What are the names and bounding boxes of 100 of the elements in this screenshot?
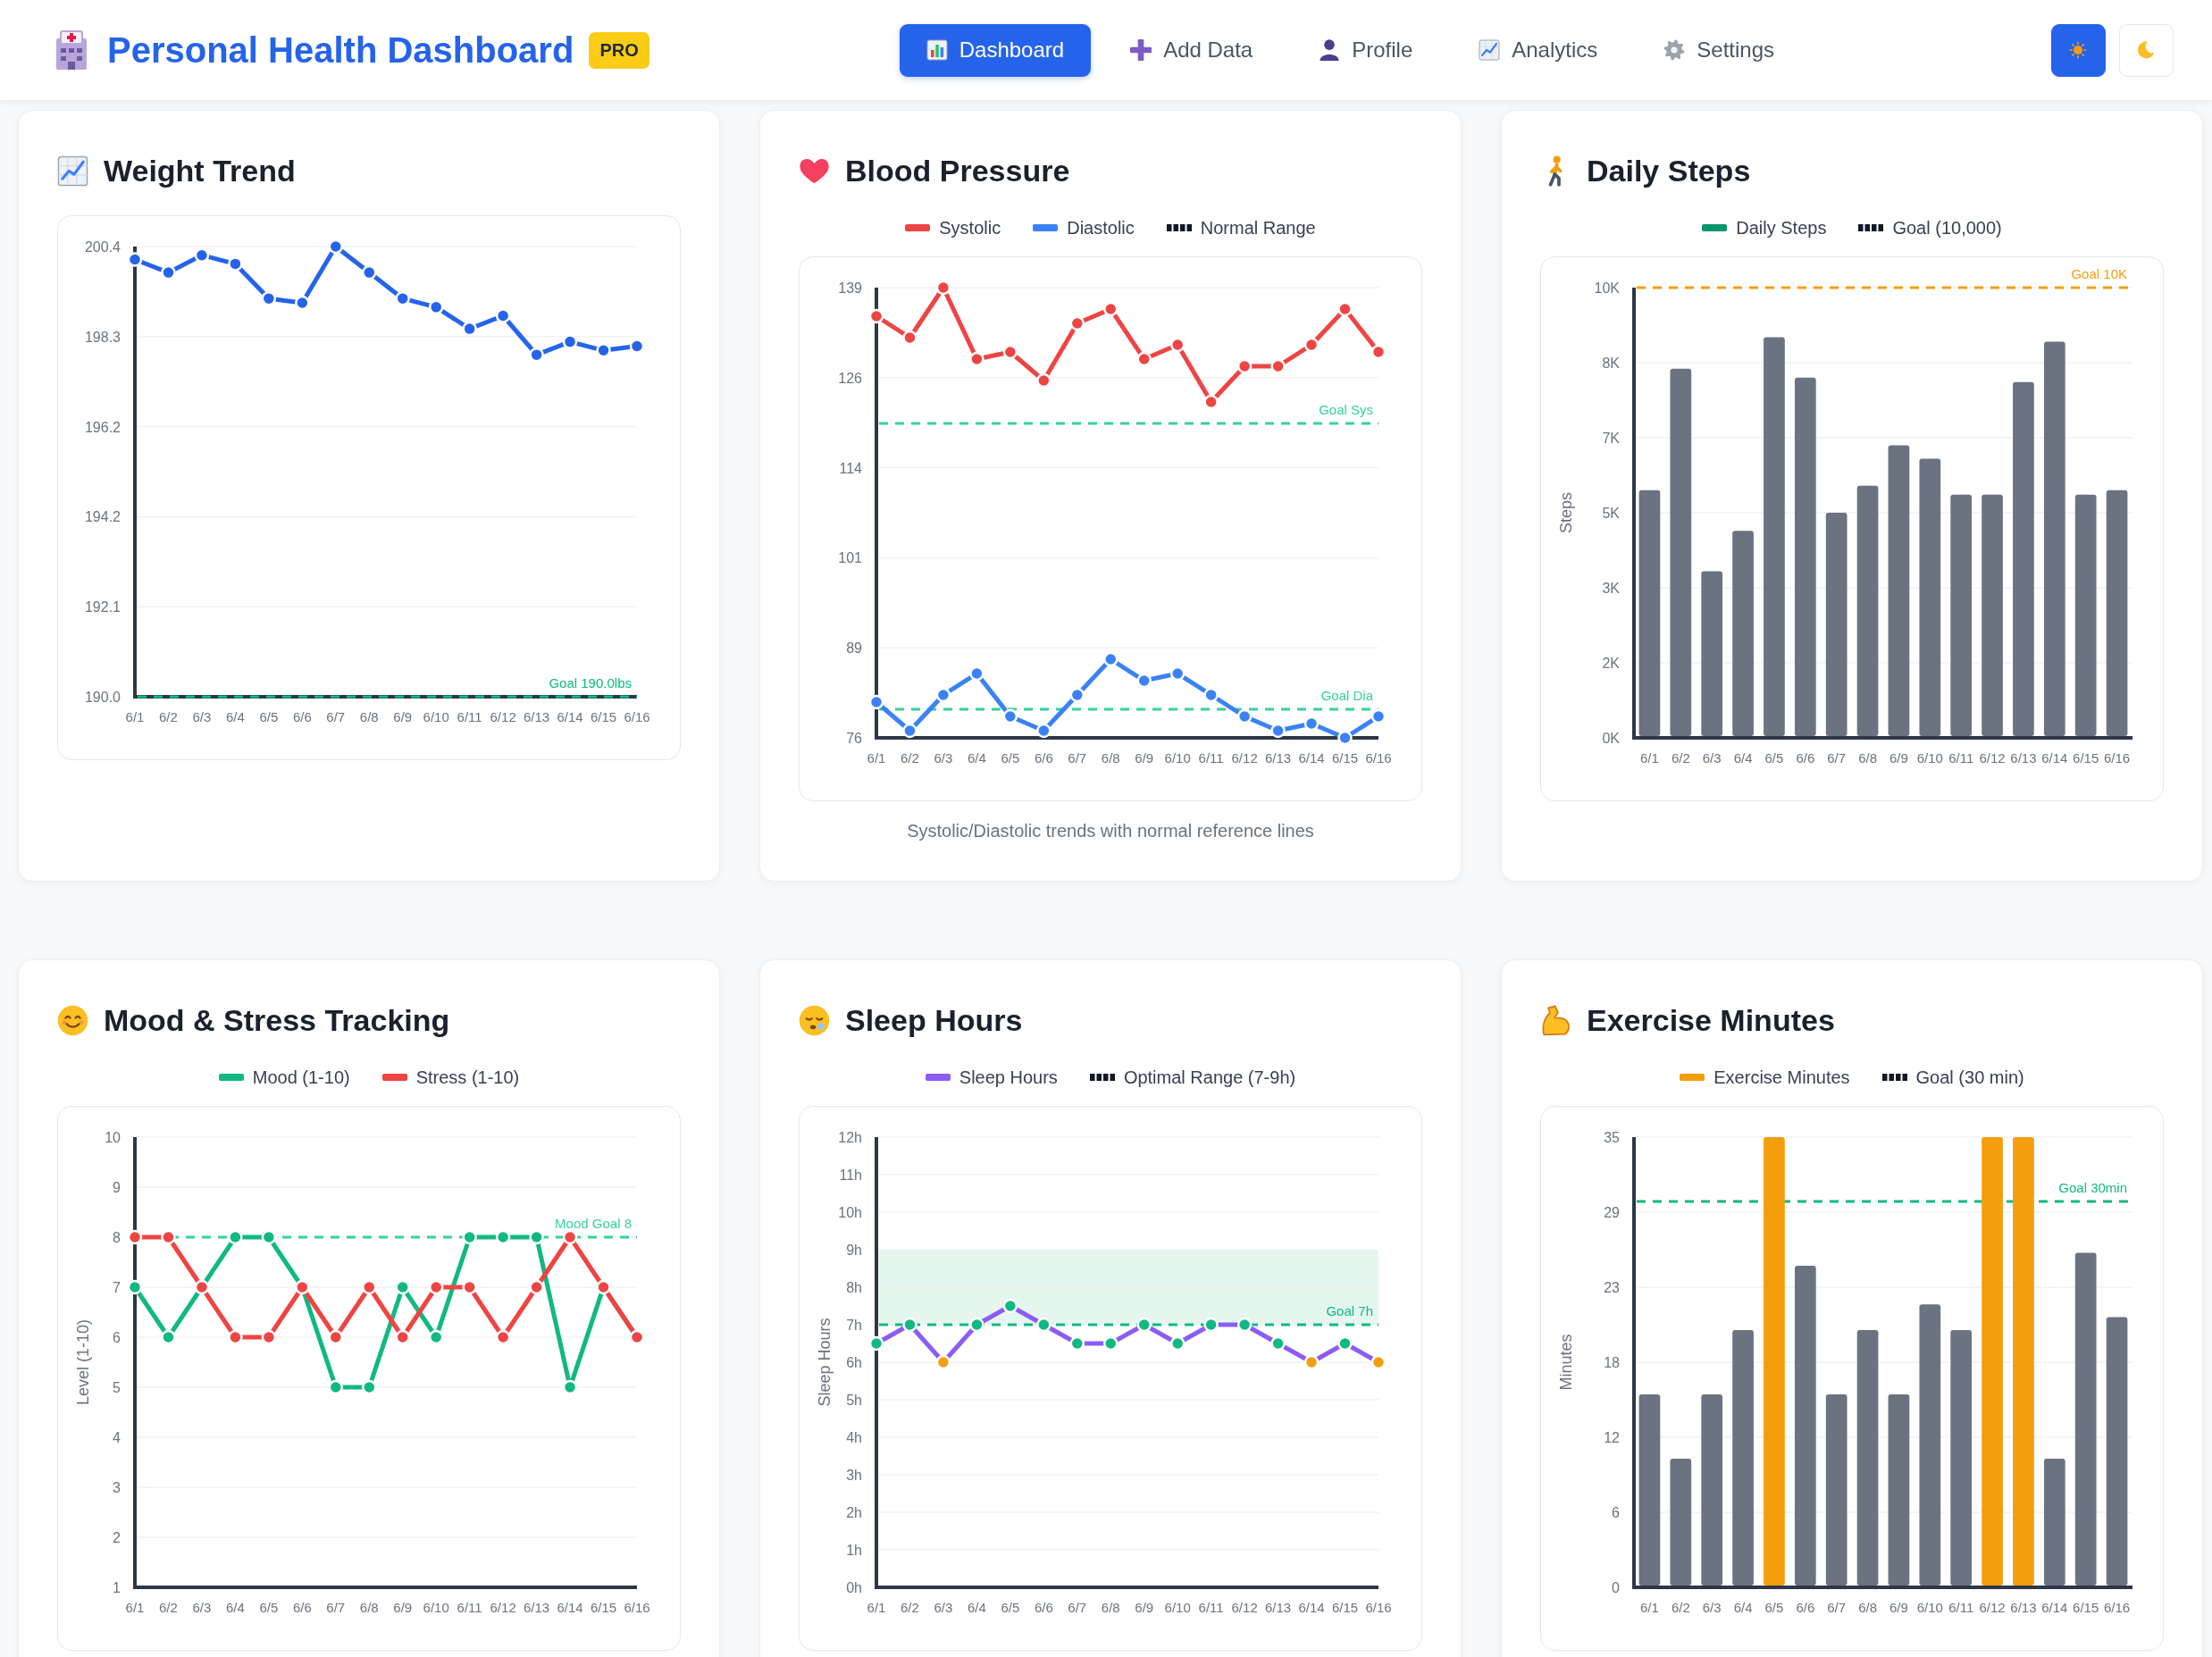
- y-tick-label: 2K: [1602, 656, 1620, 671]
- x-tick-label: 6/14: [1298, 750, 1325, 766]
- y-tick-label: 126: [838, 370, 862, 386]
- x-tick-label: 6/5: [259, 709, 279, 724]
- theme-button[interactable]: [2051, 23, 2106, 77]
- x-tick-label: 6/2: [159, 1600, 178, 1615]
- card-title: Blood Pressure: [845, 153, 1070, 188]
- y-tick-label: 23: [1604, 1280, 1620, 1295]
- y-tick-label: 76: [846, 731, 862, 746]
- y-tick-label: 89: [846, 640, 862, 657]
- x-tick-label: 6/12: [1231, 750, 1258, 766]
- card-title: Mood & Stress Tracking: [104, 1002, 450, 1038]
- x-tick-label: 6/5: [1764, 750, 1784, 766]
- x-tick-label: 6/7: [1827, 1600, 1847, 1615]
- nav-tab[interactable]: Analytics: [1452, 23, 1625, 77]
- x-tick-label: 6/13: [2010, 750, 2037, 766]
- y-tick-label: 190.0: [84, 690, 121, 705]
- x-tick-label: 6/7: [1068, 750, 1087, 766]
- plus-icon: [1130, 39, 1152, 61]
- x-tick-label: 6/13: [524, 1600, 550, 1615]
- x-tick-label: 6/4: [967, 750, 986, 766]
- y-tick-label: 35: [1604, 1130, 1620, 1145]
- y-tick-label: 7: [113, 1280, 121, 1295]
- x-tick-label: 6/16: [1365, 1600, 1392, 1615]
- y-tick-label: 196.2: [84, 419, 121, 435]
- y-tick-label: 6: [113, 1330, 121, 1345]
- x-tick-label: 6/3: [934, 1600, 953, 1615]
- legend-label: Systolic: [939, 217, 1001, 239]
- y-tick-label: 8K: [1602, 356, 1620, 371]
- legend-label: Stress (1-10): [415, 1067, 520, 1088]
- x-tick-label: 6/9: [393, 709, 413, 724]
- goal-label: Goal Sys: [1319, 402, 1373, 417]
- goal-label: Goal 7h: [1326, 1303, 1373, 1318]
- legend-label: Daily Steps: [1736, 217, 1827, 239]
- x-tick-label: 6/12: [490, 709, 516, 724]
- y-tick-label: 9h: [846, 1243, 862, 1258]
- goal-label: Goal 190.0lbs: [549, 675, 632, 690]
- y-tick-label: 6: [1612, 1505, 1620, 1520]
- y-tick-label: 192.1: [84, 599, 121, 615]
- x-tick-label: 6/11: [1198, 1600, 1224, 1615]
- x-tick-label: 6/8: [1858, 1600, 1877, 1615]
- y-tick-label: 5h: [846, 1393, 862, 1408]
- x-tick-label: 6/13: [1265, 750, 1292, 766]
- x-tick-label: 6/14: [557, 1600, 583, 1615]
- pro-badge: PRO: [589, 31, 649, 69]
- legend-label: Diastolic: [1067, 217, 1135, 239]
- x-tick-label: 6/15: [2073, 750, 2099, 766]
- goal-label: Goal 30min: [2058, 1180, 2127, 1195]
- x-tick-label: 6/10: [423, 1600, 449, 1615]
- x-tick-label: 6/5: [1001, 750, 1020, 766]
- x-tick-label: 6/6: [292, 709, 312, 724]
- app-title: Personal Health Dashboard: [107, 29, 574, 71]
- y-tick-label: 6h: [846, 1355, 862, 1370]
- x-tick-label: 6/3: [1702, 750, 1722, 766]
- card-title: Exercise Minutes: [1587, 1002, 1835, 1038]
- y-tick-label: 11h: [839, 1167, 862, 1183]
- x-tick-label: 6/2: [901, 750, 919, 766]
- y-axis-title: Steps: [1556, 492, 1575, 533]
- card-title: Weight Trend: [104, 153, 296, 188]
- x-tick-label: 6/8: [359, 1600, 379, 1615]
- y-tick-label: 2h: [846, 1505, 862, 1520]
- x-tick-label: 6/6: [292, 1600, 312, 1615]
- sleeping-face-icon: [799, 1004, 830, 1036]
- x-tick-label: 6/7: [326, 1600, 346, 1615]
- x-tick-label: 6/13: [2010, 1600, 2037, 1615]
- y-tick-label: 198.3: [84, 329, 121, 345]
- x-tick-label: 6/11: [1198, 750, 1224, 766]
- y-tick-label: 8: [113, 1230, 121, 1245]
- x-tick-label: 6/15: [2073, 1600, 2099, 1615]
- x-tick-label: 6/3: [1702, 1600, 1722, 1615]
- x-tick-label: 6/1: [867, 750, 886, 766]
- x-tick-label: 6/16: [2103, 1600, 2131, 1615]
- y-tick-label: 200.4: [84, 239, 121, 255]
- x-tick-label: 6/8: [1101, 750, 1120, 766]
- x-tick-label: 6/2: [1671, 1600, 1690, 1615]
- x-tick-label: 6/16: [624, 1600, 650, 1615]
- legend-label: Goal (10,000): [1892, 217, 2002, 239]
- x-tick-label: 6/12: [1231, 1600, 1258, 1615]
- nav-tab[interactable]: Settings: [1637, 23, 1801, 77]
- nav-tab[interactable]: Add Data: [1103, 23, 1280, 77]
- x-tick-label: 6/2: [1671, 750, 1690, 766]
- y-tick-label: 29: [1604, 1205, 1620, 1220]
- y-tick-label: 18: [1604, 1355, 1620, 1370]
- nav-tab[interactable]: Profile: [1292, 23, 1440, 77]
- x-tick-label: 6/3: [192, 1600, 212, 1615]
- moon-icon: [2137, 41, 2156, 59]
- x-tick-label: 6/11: [1948, 1600, 1974, 1615]
- x-tick-label: 6/6: [1034, 750, 1053, 766]
- x-tick-label: 6/7: [1827, 750, 1847, 766]
- x-tick-label: 6/4: [225, 1600, 245, 1615]
- x-tick-label: 6/12: [1979, 750, 2006, 766]
- nav-tab[interactable]: Dashboard: [899, 23, 1092, 77]
- goal-label: Goal Dia: [1320, 688, 1373, 703]
- y-tick-label: 0h: [846, 1580, 862, 1595]
- y-tick-label: 2: [113, 1530, 121, 1545]
- y-tick-label: 12h: [838, 1130, 862, 1145]
- y-tick-label: 114: [839, 460, 862, 476]
- x-tick-label: 6/14: [2041, 750, 2068, 766]
- line-chart-icon: [1479, 39, 1501, 61]
- x-tick-label: 6/4: [225, 709, 245, 724]
